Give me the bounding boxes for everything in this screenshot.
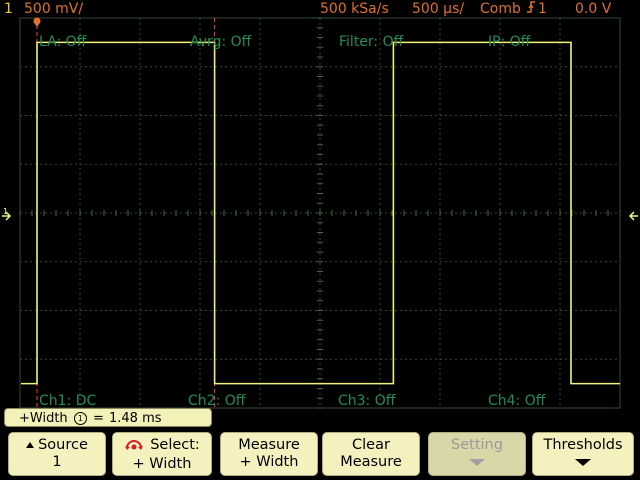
measurement-value: 1.48 ms	[109, 411, 162, 426]
chevron-down-icon	[469, 459, 485, 466]
svg-text:1: 1	[3, 207, 8, 216]
measurement-readout: +Width 1 = 1.48 ms	[4, 408, 212, 427]
trigger-level-marker-icon	[628, 211, 638, 221]
averaging-status: Avrg: Off	[190, 34, 252, 50]
ground-marker-icon: 1	[2, 207, 12, 221]
ch1-coupling: Ch1: DC	[39, 393, 97, 409]
source-softkey[interactable]: Source 1	[8, 432, 106, 476]
triangle-up-icon	[26, 442, 35, 448]
chevron-down-icon	[575, 459, 591, 466]
trigger-position-marker	[33, 17, 41, 27]
measurement-equals: =	[92, 411, 104, 426]
la-status: LA: Off	[39, 34, 87, 50]
select-softkey[interactable]: Select: + Width	[112, 432, 212, 476]
ch3-status: Ch3: Off	[338, 393, 396, 409]
waveform-display[interactable]: 1	[0, 0, 640, 430]
measurement-label: +Width	[19, 411, 68, 426]
measure-softkey[interactable]: Measure + Width	[220, 432, 318, 476]
thresholds-softkey[interactable]: Thresholds	[532, 432, 634, 476]
rotate-knob-icon	[124, 438, 144, 456]
ch2-status: Ch2: Off	[188, 393, 246, 409]
setting-softkey[interactable]: Setting	[428, 432, 526, 476]
clear-measure-softkey[interactable]: Clear Measure	[322, 432, 420, 476]
ip-status: IP: Off	[488, 34, 531, 50]
ch4-status: Ch4: Off	[488, 393, 546, 409]
filter-status: Filter: Off	[339, 34, 404, 50]
channel-circle-icon: 1	[73, 412, 87, 425]
